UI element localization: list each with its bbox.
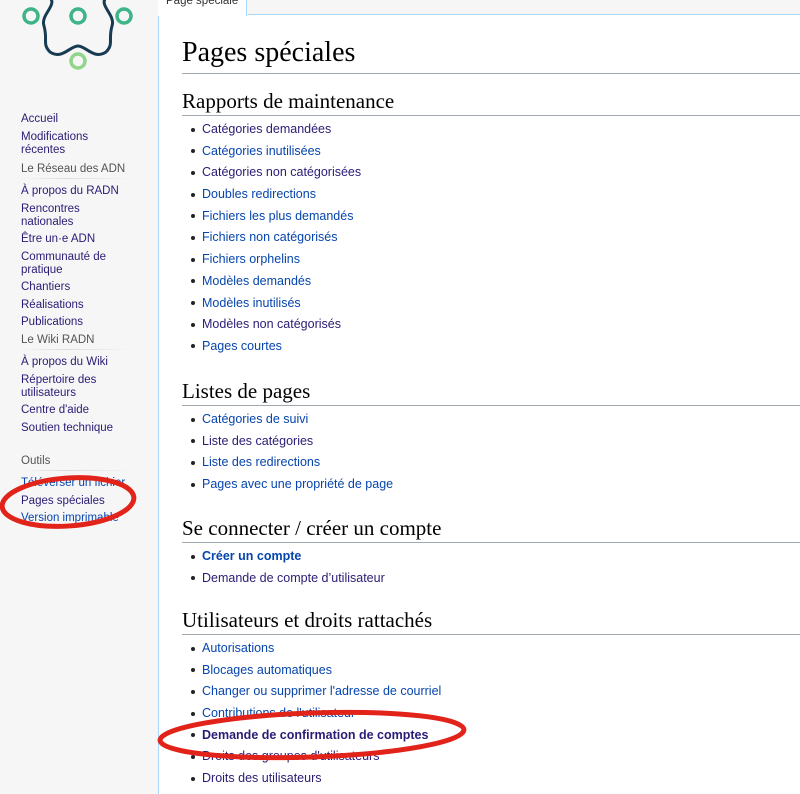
sidebar-item-televerser-fichier[interactable]: Téléverser un fichier: [21, 477, 125, 489]
list-item: Fichiers orphelins: [188, 250, 361, 272]
sidebar-item-a-propos-radn[interactable]: À propos du RADN: [21, 185, 119, 197]
link-liste-redirections[interactable]: Liste des redirections: [202, 455, 320, 469]
link-changer-courriel[interactable]: Changer ou supprimer l'adresse de courri…: [202, 684, 441, 698]
list-item: Changer ou supprimer l'adresse de courri…: [188, 682, 441, 704]
sidebar-item-publications[interactable]: Publications: [21, 316, 83, 328]
list-item: Doubles redirections: [188, 185, 361, 207]
content-area: Pages spéciales Rapports de maintenance …: [158, 15, 800, 794]
list-item: Autorisations: [188, 639, 441, 661]
list-item: Blocages automatiques: [188, 661, 441, 683]
list-item: Contributions de l'utilisateur: [188, 704, 441, 726]
link-demande-compte-utilisateur[interactable]: Demande de compte d’utilisateur: [202, 571, 385, 585]
listes-links: Catégories de suivi Liste des catégories…: [188, 410, 393, 497]
list-item: Créer un compte: [188, 547, 385, 569]
list-item: Fichiers les plus demandés: [188, 207, 361, 229]
link-pages-propriete[interactable]: Pages avec une propriété de page: [202, 477, 393, 491]
logo-circle-icon: [69, 7, 87, 25]
link-liste-categories[interactable]: Liste des catégories: [202, 434, 313, 448]
sidebar-item-accueil[interactable]: Accueil: [21, 113, 58, 125]
logo-circle-icon: [115, 7, 133, 25]
list-item: Demande de confirmation de comptes: [188, 726, 441, 748]
list-item: Fichiers non catégorisés: [188, 228, 361, 250]
tab-page-speciale[interactable]: Page spéciale: [158, 0, 248, 16]
list-item: Droits des utilisateurs: [188, 769, 441, 791]
sidebar-item-version-imprimable[interactable]: Version imprimable: [21, 512, 119, 524]
sidebar-item-repertoire-utilisateurs[interactable]: Répertoire des utilisateurs: [21, 374, 96, 399]
sidebar-item-centre-aide[interactable]: Centre d'aide: [21, 404, 89, 416]
sidebar-item-modifications-recentes[interactable]: Modifications récentes: [21, 131, 88, 156]
list-item: Pages avec une propriété de page: [188, 475, 393, 497]
list-item: Modèles inutilisés: [188, 294, 361, 316]
link-categories-inutilisees[interactable]: Catégories inutilisées: [202, 144, 321, 158]
list-item: Catégories non catégorisées: [188, 163, 361, 185]
sidebar-item-realisations[interactable]: Réalisations: [21, 299, 84, 311]
page-title: Pages spéciales: [182, 37, 800, 74]
sidebar-portal-reseau: Le Réseau des ADN À propos du RADN Renco…: [21, 163, 133, 334]
list-item: Droits des groupes d'utilisateurs: [188, 747, 441, 769]
sidebar-portal-outils: Outils Téléverser un fichier Pages spéci…: [21, 455, 133, 530]
section-heading-utilisateurs: Utilisateurs et droits rattachés: [182, 608, 800, 635]
section-heading-maintenance: Rapports de maintenance: [182, 89, 800, 116]
link-modeles-non-categorises[interactable]: Modèles non catégorisés: [202, 317, 341, 331]
sidebar-portal-wiki: Le Wiki RADN À propos du Wiki Répertoire…: [21, 334, 133, 439]
maintenance-links: Catégories demandées Catégories inutilis…: [188, 120, 361, 359]
sidebar-item-soutien-technique[interactable]: Soutien technique: [21, 422, 113, 434]
sidebar-item-communaute-pratique[interactable]: Communauté de pratique: [21, 251, 106, 276]
list-item: Liste des redirections: [188, 453, 393, 475]
link-demande-confirmation-comptes[interactable]: Demande de confirmation de comptes: [202, 728, 428, 742]
link-pages-courtes[interactable]: Pages courtes: [202, 339, 282, 353]
sidebar-item-pages-speciales[interactable]: Pages spéciales: [21, 495, 105, 507]
site-logo[interactable]: [0, 0, 158, 90]
sidebar-item-rencontres-nationales[interactable]: Rencontres nationales: [21, 203, 80, 228]
connexion-links: Créer un compte Demande de compte d’util…: [188, 547, 385, 590]
list-item: Demande de compte d’utilisateur: [188, 569, 385, 591]
link-blocages-automatiques[interactable]: Blocages automatiques: [202, 663, 332, 677]
portal-heading: Outils: [21, 455, 133, 471]
link-droits-groupes[interactable]: Droits des groupes d'utilisateurs: [202, 749, 379, 763]
section-heading-connexion: Se connecter / créer un compte: [182, 516, 800, 543]
list-item: Liste des catégories: [188, 432, 393, 454]
list-item: Modèles non catégorisés: [188, 315, 361, 337]
sidebar-item-a-propos-wiki[interactable]: À propos du Wiki: [21, 356, 108, 368]
list-item: Pages courtes: [188, 337, 361, 359]
sidebar-item-etre-adn[interactable]: Être un·e ADN: [21, 233, 95, 245]
list-item: Catégories inutilisées: [188, 142, 361, 164]
portal-heading: Le Réseau des ADN: [21, 163, 133, 179]
link-contributions-utilisateur[interactable]: Contributions de l'utilisateur: [202, 706, 355, 720]
sidebar-item-chantiers[interactable]: Chantiers: [21, 281, 70, 293]
list-item: Catégories demandées: [188, 120, 361, 142]
utilisateurs-links: Autorisations Blocages automatiques Chan…: [188, 639, 441, 791]
link-categories-non-categorisees[interactable]: Catégories non catégorisées: [202, 165, 361, 179]
link-modeles-demandes[interactable]: Modèles demandés: [202, 274, 311, 288]
list-item: Modèles demandés: [188, 272, 361, 294]
link-doubles-redirections[interactable]: Doubles redirections: [202, 187, 316, 201]
link-autorisations[interactable]: Autorisations: [202, 641, 274, 655]
sidebar: Accueil Modifications récentes Le Réseau…: [0, 0, 158, 794]
link-droits-utilisateurs[interactable]: Droits des utilisateurs: [202, 771, 322, 785]
link-modeles-inutilises[interactable]: Modèles inutilisés: [202, 296, 301, 310]
link-fichiers-non-categorises[interactable]: Fichiers non catégorisés: [202, 230, 337, 244]
link-categories-suivi[interactable]: Catégories de suivi: [202, 412, 308, 426]
link-categories-demandees[interactable]: Catégories demandées: [202, 122, 331, 136]
section-heading-listes: Listes de pages: [182, 379, 800, 406]
logo-circle-icon: [22, 7, 40, 25]
link-creer-compte[interactable]: Créer un compte: [202, 549, 301, 563]
sidebar-navigation: Accueil Modifications récentes: [21, 113, 133, 161]
list-item: Catégories de suivi: [188, 410, 393, 432]
portal-heading: Le Wiki RADN: [21, 334, 133, 350]
logo-circle-icon: [69, 52, 87, 70]
link-fichiers-plus-demandes[interactable]: Fichiers les plus demandés: [202, 209, 353, 223]
link-fichiers-orphelins[interactable]: Fichiers orphelins: [202, 252, 300, 266]
